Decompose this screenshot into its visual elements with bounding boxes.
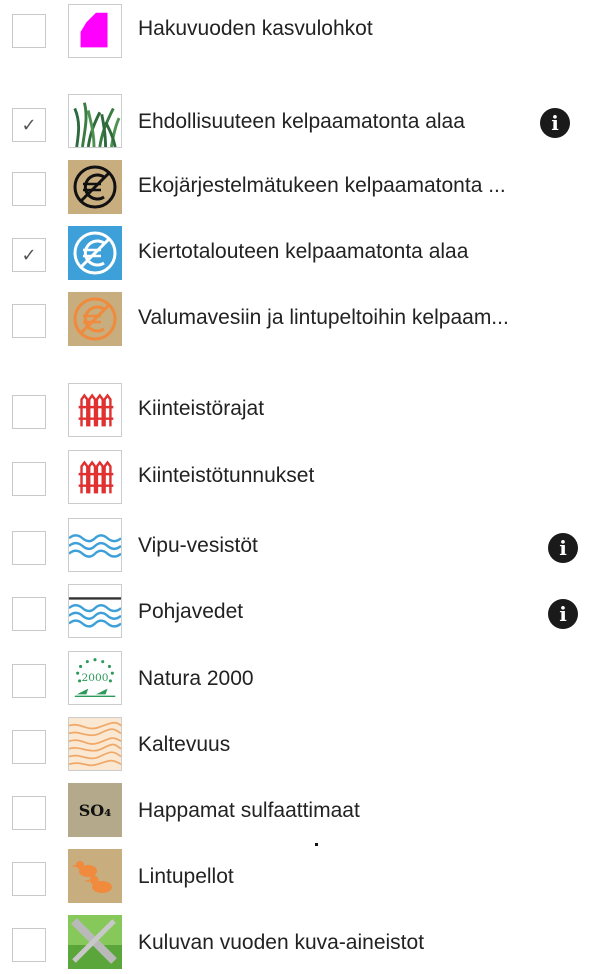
so4-icon-text: SO₄ bbox=[79, 801, 112, 820]
layer-row-ehdollisuus: ✓ Ehdollisuuteen kelpaamatonta alaa i bbox=[0, 94, 603, 154]
euro-crossed-blue-icon bbox=[68, 226, 122, 280]
water-waves-icon bbox=[68, 518, 122, 572]
info-icon[interactable]: i bbox=[540, 108, 570, 138]
layer-checkbox-kuva[interactable] bbox=[12, 928, 46, 962]
euro-crossed-black-icon bbox=[68, 160, 122, 214]
layer-row-valumavesi: Valumavesiin ja lintupeltoihin kelpaam..… bbox=[0, 292, 603, 352]
layer-row-ekojarjestelma: Ekojärjestelmätukeen kelpaamatonta ... bbox=[0, 160, 603, 220]
layer-label: Pohjavedet bbox=[138, 600, 244, 623]
layer-row-natura-2000: 2000 Natura 2000 bbox=[0, 650, 603, 710]
layer-row-kiinteistotunnukset: Kiinteistötunnukset bbox=[0, 450, 603, 510]
layer-label: Hakuvuoden kasvulohkot bbox=[138, 17, 373, 40]
layer-checkbox-natura[interactable] bbox=[12, 664, 46, 698]
groundwater-icon bbox=[68, 584, 122, 638]
layer-row-happamat-sulfaattimaat: SO₄ Happamat sulfaattimaat bbox=[0, 782, 603, 842]
layer-row-kiinteistorajat: Kiinteistörajat bbox=[0, 383, 603, 443]
layer-checkbox-kiinteistorajat[interactable] bbox=[12, 395, 46, 429]
layer-row-vipu-vesistot: Vipu-vesistöt i bbox=[0, 517, 603, 577]
layer-checkbox-pohjavedet[interactable] bbox=[12, 597, 46, 631]
layer-checkbox-lintupellot[interactable] bbox=[12, 862, 46, 896]
info-icon[interactable]: i bbox=[548, 533, 578, 563]
layer-label: Happamat sulfaattimaat bbox=[138, 799, 360, 822]
check-mark-icon: ✓ bbox=[21, 115, 37, 135]
layer-checkbox-vipu-vesistot[interactable] bbox=[12, 531, 46, 565]
red-fence-icon bbox=[68, 383, 122, 437]
red-fence-icon bbox=[68, 450, 122, 504]
layer-label: Kiertotalouteen kelpaamatonta alaa bbox=[138, 240, 469, 263]
layer-label: Valumavesiin ja lintupeltoihin kelpaam..… bbox=[138, 306, 509, 329]
layer-checkbox-kiinteistotunnukset[interactable] bbox=[12, 462, 46, 496]
layer-label: Ekojärjestelmätukeen kelpaamatonta ... bbox=[138, 174, 506, 197]
magenta-parcel-icon bbox=[68, 4, 122, 58]
info-icon[interactable]: i bbox=[548, 599, 578, 629]
grass-icon bbox=[68, 94, 122, 148]
layer-label: Lintupellot bbox=[138, 865, 234, 888]
layer-row-hakuvuoden-kasvulohkot: Hakuvuoden kasvulohkot bbox=[0, 0, 603, 60]
stray-dot bbox=[315, 843, 318, 846]
layer-checkbox-happamat[interactable] bbox=[12, 796, 46, 830]
layer-checkbox-kaltevuus[interactable] bbox=[12, 730, 46, 764]
layer-label: Kaltevuus bbox=[138, 733, 231, 756]
layer-row-pohjavedet: Pohjavedet i bbox=[0, 583, 603, 643]
natura-icon-text: 2000 bbox=[82, 672, 109, 684]
aerial-image-icon bbox=[68, 915, 122, 969]
so4-icon: SO₄ bbox=[68, 783, 122, 837]
layer-row-kiertotalous: ✓ Kiertotalouteen kelpaamatonta alaa bbox=[0, 226, 603, 286]
layer-label: Ehdollisuuteen kelpaamatonta alaa bbox=[138, 110, 465, 133]
layer-checkbox-valumavesi[interactable] bbox=[12, 304, 46, 338]
layer-row-lintupellot: Lintupellot bbox=[0, 848, 603, 908]
layer-label: Kiinteistörajat bbox=[138, 397, 265, 420]
layer-checkbox-hakuvuoden[interactable] bbox=[12, 14, 46, 48]
layer-checkbox-ekojarjestelma[interactable] bbox=[12, 172, 46, 206]
layer-checkbox-ehdollisuus[interactable]: ✓ bbox=[12, 108, 46, 142]
layer-row-kuva-aineistot: Kuluvan vuoden kuva-aineistot bbox=[0, 914, 603, 974]
check-mark-icon: ✓ bbox=[21, 245, 37, 265]
contour-lines-icon bbox=[68, 717, 122, 771]
ducks-icon bbox=[68, 849, 122, 903]
layer-label: Kuluvan vuoden kuva-aineistot bbox=[138, 931, 425, 954]
layer-label: Natura 2000 bbox=[138, 667, 254, 690]
layer-row-kaltevuus: Kaltevuus bbox=[0, 716, 603, 776]
layer-label: Kiinteistötunnukset bbox=[138, 464, 315, 487]
layer-checkbox-kiertotalous[interactable]: ✓ bbox=[12, 238, 46, 272]
natura-2000-icon: 2000 bbox=[68, 651, 122, 705]
layer-label: Vipu-vesistöt bbox=[138, 534, 258, 557]
euro-crossed-orange-icon bbox=[68, 292, 122, 346]
